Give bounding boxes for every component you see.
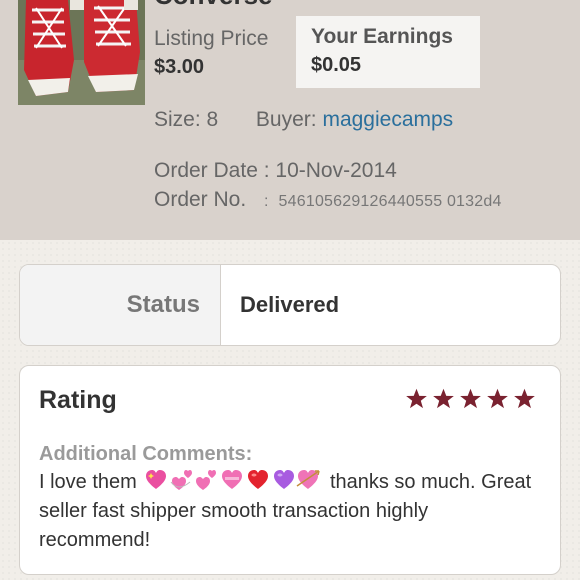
sparkling-heart-icon xyxy=(146,470,167,489)
comment-start: I love them xyxy=(39,471,137,493)
size-label: Size: xyxy=(154,108,201,131)
star-icon xyxy=(406,388,427,409)
purple-heart-icon xyxy=(274,470,295,489)
star-icon xyxy=(514,388,535,409)
star-icon xyxy=(433,388,454,409)
order-date-row: Order Date : 10-Nov-2014 xyxy=(154,159,397,183)
size-buyer-row: Size: 8 Buyer: maggiecamps xyxy=(154,108,453,132)
comment-text: I love them thanks so much. Great seller… xyxy=(39,468,544,555)
size-value: 8 xyxy=(206,108,219,131)
revolving-hearts-icon xyxy=(170,470,193,490)
two-hearts-icon xyxy=(196,470,217,490)
earnings-label: Your Earnings xyxy=(311,25,453,48)
star-icon xyxy=(460,388,481,409)
buyer-link[interactable]: maggiecamps xyxy=(322,108,453,131)
order-number-row: Order No. : 546105629126440555 0132d4 xyxy=(154,188,502,212)
star-icon xyxy=(487,388,508,409)
listing-price-block: Listing Price $3.00 xyxy=(154,26,268,80)
listing-price-label: Listing Price xyxy=(154,27,269,50)
listing-price-value: $3.00 xyxy=(154,56,205,78)
rating-card: Rating Additional Comments: I love them xyxy=(19,365,561,575)
product-thumbnail[interactable] xyxy=(18,0,145,105)
heart-with-ribbon-icon xyxy=(222,470,243,489)
comments-label: Additional Comments: xyxy=(39,443,253,465)
status-label: Status xyxy=(20,265,221,345)
order-date-label: Order Date : xyxy=(154,159,270,182)
order-date-value: 10-Nov-2014 xyxy=(275,159,397,182)
heart-with-arrow-icon xyxy=(296,470,321,489)
red-sneakers-photo-icon xyxy=(18,0,145,105)
order-number-separator: : xyxy=(264,193,269,210)
earnings-box: Your Earnings $0.05 xyxy=(296,16,480,88)
status-value: Delivered xyxy=(240,292,340,317)
red-heart-icon xyxy=(248,470,269,489)
earnings-value: $0.05 xyxy=(311,54,362,76)
order-number-value: 546105629126440555 0132d4 xyxy=(278,193,502,210)
status-card: Status Delivered xyxy=(19,264,561,346)
star-rating xyxy=(405,388,536,410)
buyer-label: Buyer: xyxy=(255,108,317,131)
order-header: Converse Listing Price $3.00 Your Earnin… xyxy=(0,0,580,240)
order-number-label: Order No. xyxy=(154,188,247,211)
heart-emojis xyxy=(144,468,321,492)
rating-title: Rating xyxy=(39,386,117,414)
item-title: Converse xyxy=(154,0,273,11)
